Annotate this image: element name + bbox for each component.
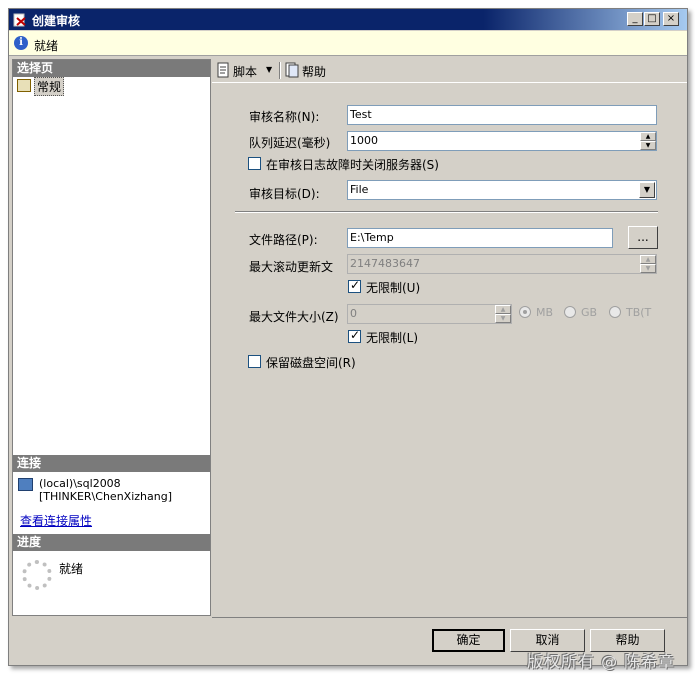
audit-target-label: 审核目标(D):	[249, 187, 320, 201]
audit-name-label: 审核名称(N):	[249, 110, 320, 124]
page-item-general[interactable]: 常规	[34, 77, 65, 96]
max-file-size-label: 最大文件大小(Z)	[249, 310, 339, 324]
watermark: 版权所有 @ 陈希章	[527, 652, 676, 671]
max-rollover-label: 最大滚动更新文	[249, 260, 334, 274]
unit-mb-label: MB	[536, 306, 554, 319]
connection-header: 连接	[13, 455, 210, 472]
queue-delay-label: 队列延迟(毫秒)	[249, 136, 331, 150]
shutdown-on-failure-checkbox[interactable]	[248, 157, 261, 170]
status-strip	[9, 31, 687, 56]
script-dropdown-arrow-icon[interactable]: ▼	[266, 63, 272, 77]
reserve-disk-checkbox[interactable]	[248, 355, 261, 368]
queue-delay-input[interactable]: 1000	[347, 131, 657, 151]
connection-server: (local)\sql2008	[39, 477, 121, 490]
select-page-header: 选择页	[13, 60, 210, 77]
left-pane	[12, 59, 211, 616]
spin-up-icon[interactable]: ▲	[495, 305, 511, 314]
shutdown-on-failure-label: 在审核日志故障时关闭服务器(S)	[266, 158, 439, 172]
unit-gb-label: GB	[581, 306, 598, 319]
queue-delay-spinner[interactable]: ▲ ▼	[640, 132, 656, 150]
script-button[interactable]: 脚本	[233, 63, 257, 80]
section-divider	[235, 211, 658, 212]
help-toolbar-button[interactable]: 帮助	[302, 63, 326, 80]
filesize-unlimited-label: 无限制(L)	[366, 331, 419, 345]
connection-info: (local)\sql2008 [THINKER\ChenXizhang]	[39, 477, 172, 503]
minimize-button[interactable]: _	[627, 12, 643, 26]
view-connection-properties-link[interactable]: 查看连接属性	[20, 512, 92, 529]
unit-tb-label: TB(T	[626, 306, 652, 319]
unit-tb-radio[interactable]	[609, 306, 621, 318]
rollover-unlimited-checkbox[interactable]	[348, 278, 361, 293]
progress-spinner-icon	[22, 560, 52, 590]
unit-mb-radio[interactable]	[519, 306, 531, 318]
status-text: 就绪	[34, 39, 59, 53]
script-icon[interactable]	[216, 62, 230, 78]
title-bar[interactable]	[9, 9, 687, 30]
browse-button[interactable]: ...	[628, 226, 658, 249]
file-path-label: 文件路径(P):	[249, 233, 318, 247]
info-icon: i	[14, 36, 28, 50]
filesize-unlimited-checkbox[interactable]	[348, 328, 361, 343]
toolbar-separator	[279, 62, 280, 79]
ok-button[interactable]: 确定	[432, 629, 505, 652]
reserve-disk-label: 保留磁盘空间(R)	[266, 356, 356, 370]
audit-name-input[interactable]: Test	[347, 105, 657, 125]
spin-down-icon[interactable]: ▼	[640, 264, 656, 273]
app-icon	[13, 13, 26, 27]
max-rollover-spinner[interactable]: ▲ ▼	[640, 255, 656, 273]
spin-up-icon[interactable]: ▲	[640, 255, 656, 264]
rollover-unlimited-label: 无限制(U)	[366, 281, 421, 295]
spin-down-icon[interactable]: ▼	[640, 141, 656, 150]
close-button[interactable]: ×	[663, 12, 679, 26]
unit-gb-radio[interactable]	[564, 306, 576, 318]
page-icon	[17, 79, 31, 92]
toolbar	[212, 59, 687, 83]
maximize-button[interactable]: □	[644, 12, 660, 26]
max-rollover-input[interactable]: 2147483647	[347, 254, 657, 274]
server-icon	[18, 478, 33, 491]
max-file-size-input[interactable]: 0	[347, 304, 512, 324]
audit-target-select[interactable]: File	[347, 180, 657, 200]
connection-user: [THINKER\ChenXizhang]	[39, 490, 172, 503]
chevron-down-icon[interactable]: ▼	[639, 182, 655, 198]
progress-status: 就绪	[59, 562, 84, 576]
progress-header: 进度	[13, 534, 210, 551]
spin-down-icon[interactable]: ▼	[495, 314, 511, 323]
button-bar-divider	[212, 617, 687, 618]
help-icon[interactable]	[285, 62, 299, 78]
window-title: 创建审核	[32, 14, 81, 28]
max-file-size-spinner[interactable]: ▲ ▼	[495, 305, 511, 323]
spin-up-icon[interactable]: ▲	[640, 132, 656, 141]
file-path-input[interactable]: E:\Temp	[347, 228, 613, 248]
